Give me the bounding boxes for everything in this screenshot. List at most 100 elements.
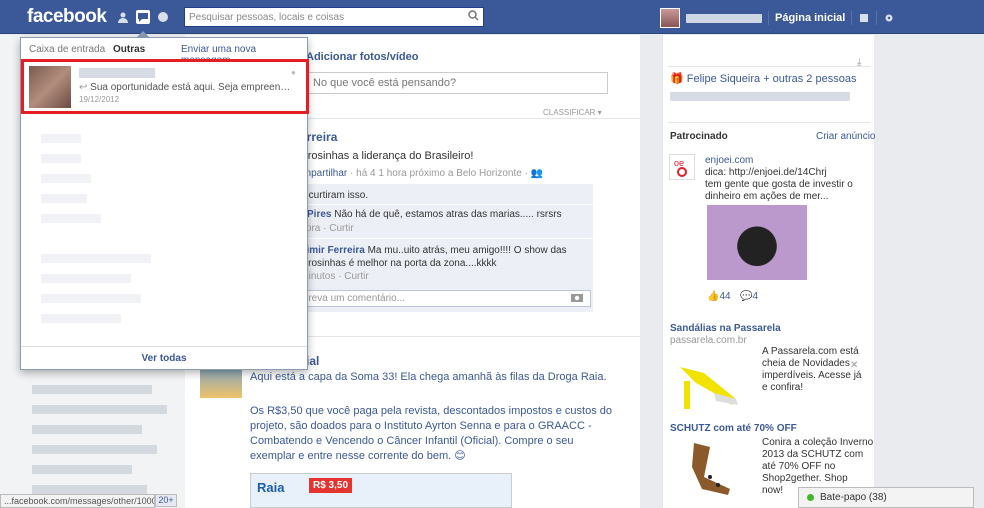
sponsored-heading: Patrocinado: [670, 131, 728, 142]
ad-text-line: A Passarela.com está: [762, 346, 859, 357]
ad-close-icon[interactable]: ✕: [850, 360, 858, 371]
post-meta: Compartilhar · há 4 1 hora próximo a Bel…: [290, 168, 543, 179]
sidebar-item[interactable]: [32, 465, 132, 474]
highlight-box: [21, 59, 309, 114]
notifications-icon[interactable]: [156, 10, 170, 24]
ad-title[interactable]: Sandálias na Passarela: [670, 323, 781, 334]
privacy-icon[interactable]: [858, 12, 870, 24]
ad-title[interactable]: SCHUTZ com até 70% OFF: [670, 423, 797, 434]
comment: ...r Pires Não há de quê, estamos atras …: [292, 208, 562, 221]
post-paragraph-line: exemplar e entre nesse corrente do bem. …: [250, 450, 466, 462]
ad-text-line: tem gente que gosta de investir o: [705, 179, 853, 190]
faded-item: [41, 294, 141, 303]
search-placeholder: Pesquisar pessoas, locais e coisas: [189, 11, 345, 23]
search-icon[interactable]: [463, 10, 483, 24]
faded-item: [41, 274, 131, 283]
post-image[interactable]: Raia R$ 3,50: [250, 473, 512, 508]
post-text: Aqui está a capa da Soma 33! Ela chega a…: [250, 371, 607, 383]
sort-feed-button[interactable]: CLASSIFICAR ▾: [543, 108, 602, 117]
home-link[interactable]: Página inicial: [775, 12, 845, 24]
price-badge: R$ 3,50: [309, 478, 353, 493]
tab-inbox[interactable]: Caixa de entrada: [29, 44, 105, 55]
divider: [668, 66, 870, 67]
online-status-icon: [807, 494, 814, 501]
sidebar-item[interactable]: [32, 405, 167, 414]
faded-item: [41, 194, 87, 203]
facebook-logo[interactable]: facebook: [27, 6, 107, 28]
post-text: ...s rosinhas a liderança do Brasileiro!: [290, 150, 474, 162]
profile-avatar[interactable]: [660, 8, 680, 28]
comment-text-continued: ...s rosinhas é melhor na porta da zona.…: [292, 258, 497, 269]
ad-image-bag[interactable]: [707, 205, 807, 280]
post-meta-text: · há 4 1 hora próximo a Belo Horizonte ·…: [347, 168, 544, 179]
friend-request-text: Felipe Siqueira + outras 2 pessoas: [686, 73, 857, 85]
ad-text-line: dica: http://enjoei.de/14Chrj: [705, 167, 827, 178]
jewel-group: [116, 10, 170, 24]
sidebar-item[interactable]: [32, 445, 157, 454]
raia-logo: Raia: [257, 480, 285, 495]
post-paragraph-line: Os R$3,50 que você paga pela revista, de…: [250, 405, 612, 417]
faded-item: [41, 174, 91, 183]
chat-label: Bate-papo (38): [820, 492, 887, 503]
comment-count: 4: [752, 291, 759, 302]
sidebar-item[interactable]: [32, 425, 142, 434]
ad-text-line: dinheiro em ações de mer...: [705, 191, 829, 202]
faded-item: [41, 254, 151, 263]
ad-image-sandal[interactable]: [674, 353, 744, 413]
ad-text-line: Conira a coleção Inverno: [762, 437, 874, 448]
comment-text: Não há de quê, estamos atras das marias.…: [331, 209, 562, 220]
friend-request-link[interactable]: 🎁 Felipe Siqueira + outras 2 pessoas: [670, 72, 856, 85]
top-right-nav: Página inicial: [660, 8, 895, 28]
gift-icon: 🎁: [670, 73, 684, 85]
svg-text:oe: oe: [674, 158, 684, 168]
status-composer-input[interactable]: No que você está pensando?: [308, 72, 608, 94]
faded-item: [41, 154, 81, 163]
ad-image-shoe[interactable]: [674, 437, 744, 497]
settings-gear-icon[interactable]: [883, 12, 895, 24]
faded-item: [41, 314, 121, 323]
ad-text-line: 2013 da SCHUTZ com: [762, 449, 864, 460]
messages-icon[interactable]: [136, 10, 150, 24]
ad-text-line: Shop2gether. Shop: [762, 473, 848, 484]
top-bar: facebook Pesquisar pessoas, locais e coi…: [0, 0, 984, 34]
profile-name-redacted[interactable]: [686, 13, 762, 23]
pager-badge[interactable]: 20+: [155, 494, 177, 507]
status-bar-url: ...facebook.com/messages/other/100000/09…: [0, 494, 155, 508]
faded-item: [41, 214, 101, 223]
divider: [851, 11, 853, 25]
ad-text-line: cheia de Novidades: [762, 358, 850, 369]
post-paragraph-line: projeto, são doados para o Instituto Ayr…: [250, 420, 592, 432]
ad-text-line: até 70% OFF no: [762, 461, 836, 472]
divider: [668, 122, 870, 123]
see-all-messages-link[interactable]: Ver todas: [21, 346, 307, 370]
ad-text-line: imperdíveis. Acesse já: [762, 370, 862, 381]
divider: [290, 238, 593, 239]
ad-like-count[interactable]: 👍44: [707, 291, 731, 302]
ad-text-line: e confira!: [762, 382, 804, 393]
ad-url: passarela.com.br: [670, 335, 747, 346]
ad-title[interactable]: enjoei.com: [705, 155, 753, 166]
ad-text-line: now!: [762, 485, 784, 496]
sidebar-item[interactable]: [32, 385, 152, 394]
messages-flyout: Caixa de entrada Outras Enviar uma nova …: [20, 37, 309, 370]
like-count: 44: [719, 291, 731, 302]
friend-requests-icon[interactable]: [116, 10, 130, 24]
tab-other[interactable]: Outras: [113, 44, 145, 55]
comment-input[interactable]: ...reva um comentário...: [295, 290, 591, 307]
chat-bar[interactable]: Bate-papo (38): [798, 487, 974, 508]
comment-text: Ma mu..uito atrás, meu amigo!!!! O show …: [364, 245, 567, 256]
sidebar-item[interactable]: [32, 485, 147, 494]
add-photo-video-tab[interactable]: Adicionar fotos/vídeo: [306, 51, 418, 63]
enjoei-logo[interactable]: oe: [669, 154, 695, 180]
blurred-text: [670, 92, 850, 101]
camera-icon[interactable]: [571, 292, 583, 305]
post-paragraph-line: Combatendo e Vencendo o Câncer Infantil …: [250, 435, 574, 447]
faded-item: [41, 134, 81, 143]
ad-comment-count[interactable]: 💬4: [740, 291, 758, 302]
divider: [290, 204, 593, 205]
divider: [876, 11, 878, 25]
create-ad-link[interactable]: Criar anúncio: [816, 131, 875, 142]
flyout-header: Caixa de entrada Outras Enviar uma nova …: [21, 38, 307, 66]
comment: ...dimir Ferreira Ma mu..uito atrás, meu…: [292, 244, 567, 257]
search-input[interactable]: Pesquisar pessoas, locais e coisas: [184, 7, 484, 27]
